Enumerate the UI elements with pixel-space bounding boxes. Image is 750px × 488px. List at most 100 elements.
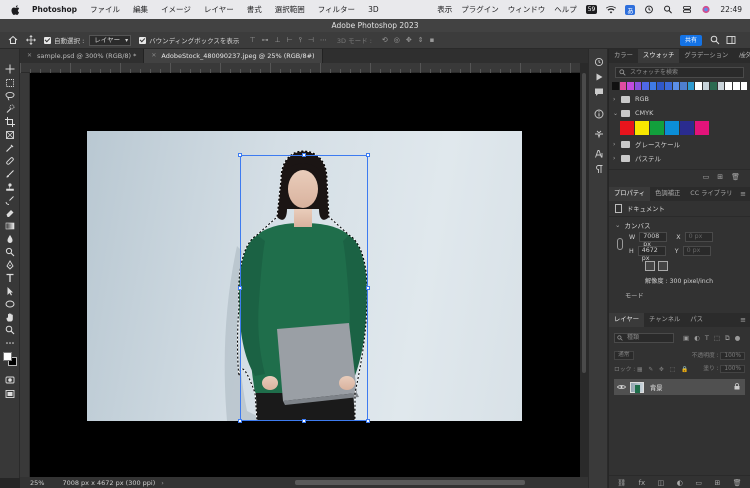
scrollbar-thumb[interactable] [582,73,586,373]
close-icon[interactable]: ✕ [27,49,32,63]
dodge-tool-icon[interactable] [5,247,15,257]
swatch-chip[interactable] [620,121,634,135]
filter-adjustment-icon[interactable]: ◐ [694,334,700,343]
lasso-tool-icon[interactable] [5,91,15,101]
play-actions-icon[interactable] [594,72,604,82]
height-field[interactable]: 4672 px [637,246,666,262]
transform-handle-top-left[interactable] [238,153,242,157]
swatch-chip[interactable] [634,82,642,90]
lock-buttons[interactable]: ▦ ✎ ✥ ⬚ 🔒 [637,367,690,373]
delete-icon[interactable]: 🗑 [733,479,742,487]
tab-cc-libraries[interactable]: CC ライブラリ [685,187,737,201]
align-center-icon[interactable]: ⫯ [299,36,302,45]
show-transform-checkbox[interactable] [139,36,147,44]
swatch-group-grayscale[interactable]: › グレースケール [609,137,750,151]
transform-handle-bottom-left[interactable] [238,419,242,423]
vertical-ruler[interactable] [20,73,30,477]
swatch-chip[interactable] [612,82,619,90]
clock[interactable]: 22:49 [720,5,742,14]
swatch-chip[interactable] [619,82,627,90]
align-right-icon[interactable]: ⊣ [308,36,314,45]
link-dimensions-icon[interactable] [617,238,623,250]
time-machine-icon[interactable] [644,5,654,14]
fill-field[interactable]: 100% [720,365,745,373]
type-tool-icon[interactable] [5,273,15,283]
swatch-chip[interactable] [672,82,680,90]
swatch-chip[interactable] [635,121,649,135]
auto-select-checkbox[interactable] [44,36,51,44]
character-icon[interactable] [594,149,604,159]
menu-3d[interactable]: 3D [368,5,379,14]
chevron-right-icon[interactable]: › [613,141,621,148]
pen-tool-icon[interactable] [5,260,15,270]
tab-gradients[interactable]: グラデーション [679,49,733,63]
foreground-background-colors[interactable] [3,352,17,366]
search-icon[interactable] [663,5,673,14]
swatch-chip[interactable] [695,82,702,90]
eyedropper-tool-icon[interactable] [5,143,15,153]
move-tool-icon[interactable] [26,35,36,45]
landscape-icon[interactable] [658,261,668,271]
transform-handle-left[interactable] [238,286,242,290]
lock-icon[interactable] [734,383,740,390]
swatch-group-cmyk[interactable]: ⌄ CMYK [609,106,750,120]
opacity-field[interactable]: 100% [720,352,745,360]
menu-file[interactable]: ファイル [90,4,120,15]
pan-3d-icon[interactable]: ✥ [406,36,412,44]
healing-brush-tool-icon[interactable] [5,156,15,166]
transform-handle-bottom[interactable] [302,419,306,423]
swatch-chip[interactable] [733,82,740,90]
wifi-icon[interactable] [606,5,617,14]
roll-3d-icon[interactable]: ◎ [394,36,400,44]
menu-layer[interactable]: レイヤー [204,4,234,15]
crop-tool-icon[interactable] [5,117,15,127]
vertical-scrollbar[interactable] [580,63,588,477]
swatch-chip[interactable] [680,121,694,135]
tab-color[interactable]: カラー [609,49,638,63]
swatch-chip[interactable] [657,82,664,90]
swatch-search-input[interactable]: スウォッチを検索 [615,67,744,78]
transform-handle-right[interactable] [366,286,370,290]
tab-adjustments[interactable]: 色調補正 [650,187,685,201]
distribute-icon[interactable]: ⋯ [320,36,327,45]
canvas-header[interactable]: ⌄ カンバス [615,220,744,230]
filter-type-icon[interactable]: T [705,334,709,343]
paragraph-icon[interactable] [594,164,604,174]
history-panel-icon[interactable] [594,57,604,67]
chevron-right-icon[interactable]: › [613,96,621,103]
orbit-3d-icon[interactable]: ⟲ [382,36,388,44]
swatch-chip[interactable] [627,82,634,90]
width-field[interactable]: 7008 px [639,232,668,248]
move-tool-icon[interactable] [5,64,15,74]
home-icon[interactable] [8,35,18,45]
screen-mode-icon[interactable] [5,389,15,399]
siri-icon[interactable] [701,5,711,14]
quick-selection-tool-icon[interactable] [5,104,15,114]
auto-select-dropdown[interactable]: レイヤー [89,34,132,46]
transform-handle-bottom-right[interactable] [366,419,370,423]
scale-3d-icon[interactable]: ▪ [430,36,435,44]
align-middle-icon[interactable]: ⊶ [262,36,269,45]
transform-handle-top[interactable] [302,153,306,157]
gradient-tool-icon[interactable] [5,221,15,231]
apple-logo-icon[interactable] [10,4,22,16]
tab-layers[interactable]: レイヤー [609,313,644,327]
horizontal-scrollbar-thumb[interactable] [295,480,525,485]
panel-menu-icon[interactable]: ≡ [740,316,746,324]
filter-toggle-icon[interactable]: ● [735,334,741,343]
eye-icon[interactable] [617,384,626,390]
tab-properties[interactable]: プロパティ [609,187,651,201]
clone-stamp-tool-icon[interactable] [5,182,15,192]
new-layer-icon[interactable]: ⊞ [714,479,720,487]
new-swatch-icon[interactable]: ⊞ [717,173,723,181]
swatch-chip[interactable] [702,82,710,90]
layer-filter-input[interactable]: 種類 [614,333,674,343]
link-layers-icon[interactable]: ⛓ [617,479,626,487]
swatch-chip[interactable] [710,82,717,90]
close-icon[interactable]: ✕ [151,49,156,63]
chevron-right-icon[interactable]: › [613,155,621,162]
portrait-icon[interactable] [645,261,655,271]
swatch-chip[interactable] [664,82,672,90]
zoom-tool-icon[interactable] [5,325,15,335]
swatch-chip[interactable] [717,82,725,90]
